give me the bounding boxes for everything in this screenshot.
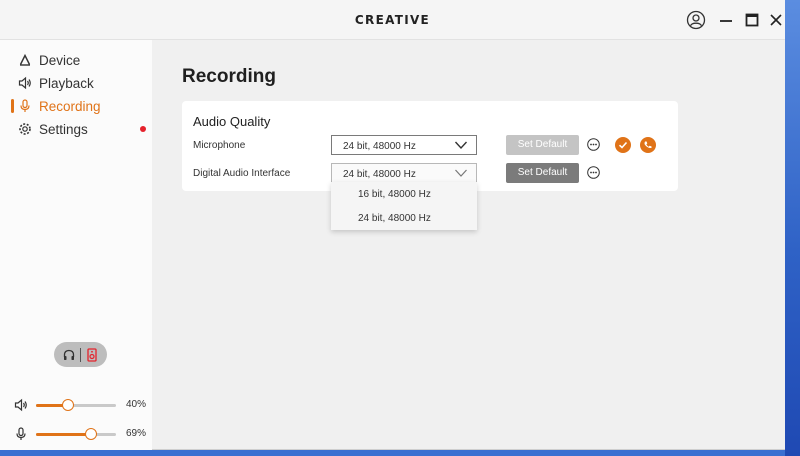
dropdown-option[interactable]: 16 bit, 48000 Hz [358, 189, 431, 200]
slider-thumb[interactable] [85, 428, 98, 440]
speaker-icon[interactable] [85, 347, 99, 362]
digital-audio-interface-label: Digital Audio Interface [193, 168, 291, 179]
maximize-button[interactable] [742, 10, 762, 30]
close-icon [770, 14, 782, 26]
more-options-icon [587, 166, 600, 179]
gear-icon [18, 122, 32, 136]
microphone-format-select[interactable]: 24 bit, 48000 Hz [331, 135, 477, 155]
sidebar-item-label: Device [39, 52, 81, 68]
settings-notification-badge [140, 126, 146, 132]
minimize-button[interactable] [716, 10, 736, 30]
toggle-divider [80, 347, 81, 362]
active-indicator [11, 99, 14, 113]
sidebar-item-label: Settings [39, 121, 88, 137]
minimize-icon [720, 20, 732, 22]
sidebar-item-label: Playback [39, 75, 94, 91]
select-value: 24 bit, 48000 Hz [343, 169, 416, 180]
default-communication-indicator [640, 137, 656, 153]
app-window: CREATIVE Device Playback Recording Setti… [0, 0, 785, 450]
more-options-icon [587, 138, 600, 151]
checkmark-icon [618, 141, 628, 149]
sidebar-item-label: Recording [39, 98, 101, 114]
slider-track[interactable] [36, 399, 116, 411]
sidebar: Device Playback Recording Settings 40% 6… [0, 40, 152, 450]
volume-percent: 40% [126, 399, 147, 410]
format-dropdown-menu: 16 bit, 48000 Hz 24 bit, 48000 Hz [331, 182, 477, 230]
chevron-down-icon [454, 140, 468, 150]
microphone-set-default-button[interactable]: Set Default [506, 135, 579, 155]
slider-track[interactable] [36, 428, 116, 440]
mic-percent: 69% [126, 428, 147, 439]
user-icon [686, 10, 706, 30]
section-title: Audio Quality [193, 114, 271, 129]
phone-icon [644, 141, 652, 149]
sidebar-item-playback[interactable]: Playback [18, 73, 148, 93]
device-icon [18, 53, 32, 67]
account-button[interactable] [686, 10, 706, 30]
mic-volume-slider[interactable]: 69% [14, 426, 150, 442]
dropdown-option[interactable]: 24 bit, 48000 Hz [358, 213, 431, 224]
digital-audio-interface-more-button[interactable] [587, 166, 600, 179]
digital-audio-interface-set-default-button[interactable]: Set Default [506, 163, 579, 183]
microphone-icon [14, 427, 28, 441]
playback-volume-slider[interactable]: 40% [14, 397, 150, 413]
sidebar-item-device[interactable]: Device [18, 50, 148, 70]
brand-logo: CREATIVE [354, 13, 431, 27]
sidebar-item-recording[interactable]: Recording [18, 96, 148, 116]
default-device-indicator [615, 137, 631, 153]
select-value: 24 bit, 48000 Hz [343, 141, 416, 152]
sidebar-item-settings[interactable]: Settings [18, 119, 148, 139]
headphones-icon[interactable] [62, 348, 76, 362]
close-button[interactable] [766, 10, 786, 30]
speaker-icon [18, 76, 32, 90]
title-bar: CREATIVE [0, 0, 785, 40]
microphone-icon [18, 99, 32, 113]
maximize-icon [745, 13, 759, 27]
microphone-label: Microphone [193, 140, 246, 151]
slider-thumb[interactable] [62, 399, 74, 411]
desktop-background [785, 0, 800, 456]
chevron-down-icon [454, 168, 468, 178]
output-toggle[interactable] [54, 342, 107, 367]
volume-icon [14, 398, 28, 412]
microphone-more-button[interactable] [587, 138, 600, 151]
slider-fill [36, 433, 92, 436]
page-title: Recording [182, 66, 276, 87]
digital-audio-interface-format-select[interactable]: 24 bit, 48000 Hz [331, 163, 477, 183]
